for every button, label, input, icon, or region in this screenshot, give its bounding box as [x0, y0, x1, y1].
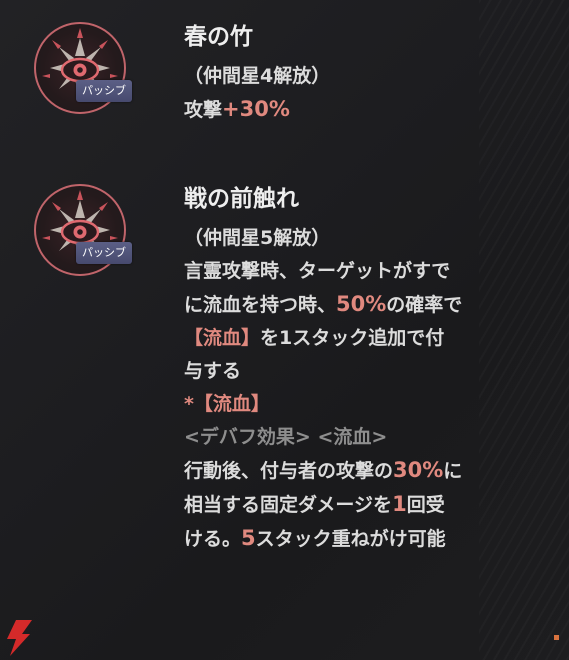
desc-text: の確率で — [386, 294, 463, 316]
skill-description-line: 与する — [184, 360, 242, 382]
skill-title: 春の竹 — [184, 24, 253, 50]
skill-text: 戦の前触れ （仲間星5解放） 言霊攻撃時、ターゲットがすで に流血を持つ時、50… — [184, 182, 544, 556]
keyword-note-line: 相当する固定ダメージを1回受 — [184, 488, 544, 522]
skill-icon-container: パッシブ — [34, 184, 132, 280]
skill-icon-container: パッシブ — [34, 22, 132, 118]
effect-value: +30% — [222, 97, 290, 121]
keyword-note-header: *【流血】 — [184, 393, 270, 415]
note-highlight-value: 5 — [241, 526, 256, 550]
note-text: ける。 — [184, 528, 242, 550]
note-text: 回受 — [406, 494, 445, 516]
keyword-tags: <デバフ効果> <流血> — [184, 426, 388, 448]
bleed-keyword: 【流血】 — [184, 327, 261, 349]
lightning-bolt-icon — [7, 620, 32, 656]
note-highlight-value: 30% — [393, 458, 444, 482]
desc-text: を1スタック追加で付 — [260, 327, 445, 349]
skill-description-line: 【流血】を1スタック追加で付 — [184, 322, 544, 355]
passive-badge: パッシブ — [76, 242, 132, 264]
skill-unlock-condition: （仲間星5解放） — [184, 227, 331, 249]
note-text: 行動後、付与者の攻撃の — [184, 460, 394, 482]
corner-accent — [554, 635, 559, 640]
skill-effect: 攻撃+30% — [184, 93, 544, 127]
skill-description-line: 言霊攻撃時、ターゲットがすで — [184, 260, 451, 282]
desc-text: に流血を持つ時、 — [184, 294, 337, 316]
skill-text: 春の竹 （仲間星4解放） 攻撃+30% — [184, 20, 544, 127]
note-text: に — [443, 460, 463, 482]
keyword-note-line: 行動後、付与者の攻撃の30%に — [184, 454, 544, 488]
note-text: スタック重ねがけ可能 — [255, 528, 446, 550]
effect-label: 攻撃 — [184, 99, 223, 121]
skill-description-line: に流血を持つ時、50%の確率で — [184, 288, 544, 322]
note-highlight-value: 1 — [392, 492, 407, 516]
note-text: 相当する固定ダメージを — [184, 494, 393, 516]
skill-title: 戦の前触れ — [184, 186, 299, 212]
keyword-note-line: ける。5スタック重ねがけ可能 — [184, 522, 544, 556]
desc-highlight-value: 50% — [336, 292, 387, 316]
passive-badge: パッシブ — [76, 80, 132, 102]
site-watermark-logo — [4, 620, 134, 660]
skill-unlock-condition: （仲間星4解放） — [184, 65, 331, 87]
